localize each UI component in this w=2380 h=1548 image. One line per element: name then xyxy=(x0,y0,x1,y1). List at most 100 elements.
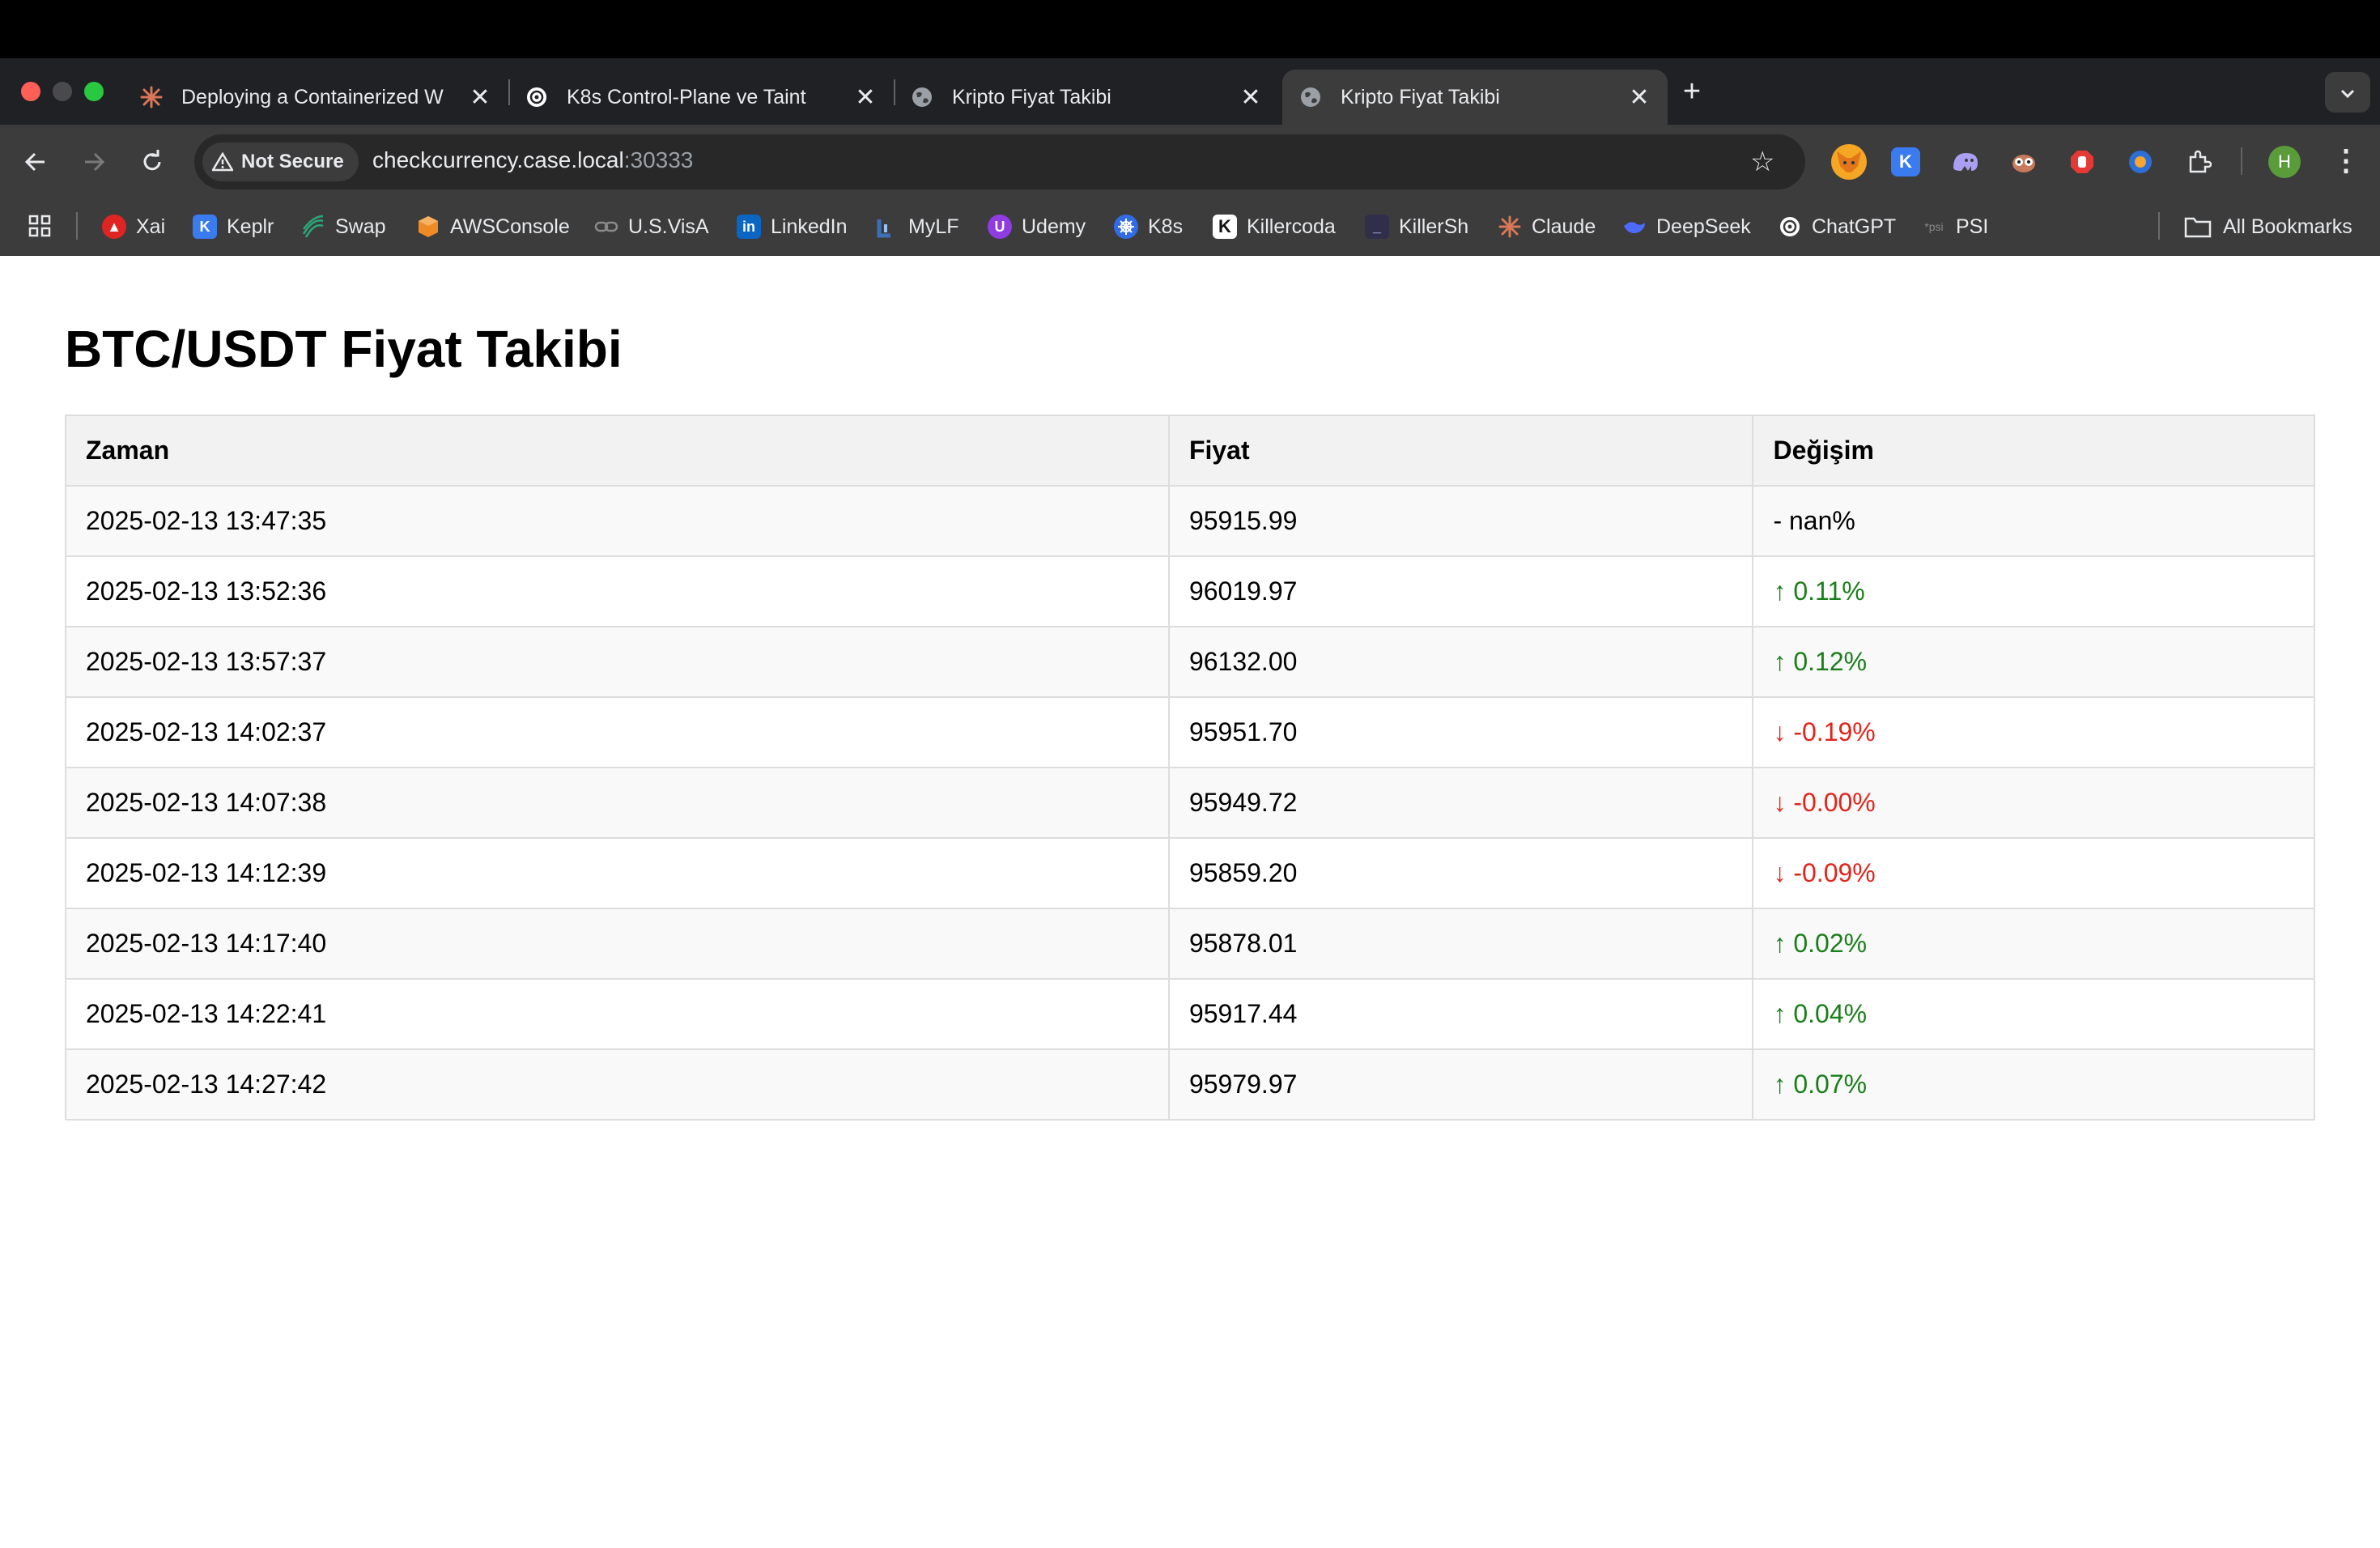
bookmark-killersh[interactable]: _ KillerSh xyxy=(1365,209,1468,245)
toolbar-divider xyxy=(2241,147,2242,175)
column-header-change: Değişim xyxy=(1752,415,2315,487)
bookmark-label: KillerSh xyxy=(1399,215,1469,238)
back-button[interactable] xyxy=(16,142,55,181)
tab-kripto-fiyat-takibi-active[interactable]: Kripto Fiyat Takibi ✕ xyxy=(1282,70,1668,125)
table-row: 2025-02-13 13:52:36 96019.97 ↑ 0.11% xyxy=(65,555,2315,627)
bookmark-star-icon[interactable]: ☆ xyxy=(1750,146,1774,178)
psi-icon: *psi xyxy=(1924,220,1944,233)
claude-icon xyxy=(139,85,164,109)
bookmark-k8s[interactable]: K8s xyxy=(1114,209,1183,245)
cell-change: ↓ -0.19% xyxy=(1752,696,2315,768)
bookmark-label: LinkedIn xyxy=(771,215,848,238)
keplr-extension-icon[interactable]: K xyxy=(1891,147,1920,176)
globe-icon xyxy=(910,85,934,109)
extensions-puzzle-icon[interactable] xyxy=(2181,144,2216,180)
mylf-icon xyxy=(874,215,899,239)
chevron-down-icon xyxy=(2340,89,2355,98)
cell-change: ↑ 0.12% xyxy=(1752,626,2315,698)
table-row: 2025-02-13 14:02:37 95951.70 ↓ -0.19% xyxy=(65,696,2315,768)
privacy-extension-icon[interactable] xyxy=(2006,144,2042,180)
column-header-time: Zaman xyxy=(65,415,1170,487)
apps-grid-icon[interactable] xyxy=(28,214,52,238)
bookmark-usvisa[interactable]: U.S.VisA xyxy=(594,209,709,245)
bookmark-chatgpt[interactable]: ChatGPT xyxy=(1778,209,1896,245)
browser-menu-icon[interactable]: ⋮ xyxy=(2331,142,2361,181)
cell-time: 2025-02-13 13:57:37 xyxy=(65,626,1170,698)
all-bookmarks-button[interactable]: All Bookmarks xyxy=(2184,209,2352,245)
cell-time: 2025-02-13 14:22:41 xyxy=(65,978,1170,1050)
new-tab-button[interactable]: + xyxy=(1676,74,1708,110)
cell-time: 2025-02-13 14:02:37 xyxy=(65,696,1170,768)
claude-icon xyxy=(1498,215,1522,239)
table-row: 2025-02-13 14:22:41 95917.44 ↑ 0.04% xyxy=(65,978,2315,1050)
cell-price: 95979.97 xyxy=(1167,1048,1754,1121)
url-host: checkcurrency.case.local xyxy=(372,147,624,172)
table-row: 2025-02-13 14:12:39 95859.20 ↓ -0.09% xyxy=(65,837,2315,909)
table-row: 2025-02-13 14:27:42 95979.97 ↑ 0.07% xyxy=(65,1048,2315,1121)
bookmark-swap[interactable]: Swap xyxy=(301,209,386,245)
minimize-window-button[interactable] xyxy=(53,82,72,101)
url-port: :30333 xyxy=(623,147,694,172)
bookmark-claude[interactable]: Claude xyxy=(1498,209,1596,245)
bookmarks-divider xyxy=(2158,212,2160,240)
cell-time: 2025-02-13 14:07:38 xyxy=(65,767,1170,839)
bookmark-udemy[interactable]: U Udemy xyxy=(988,209,1086,245)
bookmark-label: Xai xyxy=(136,215,166,238)
bookmark-label: Keplr xyxy=(227,215,274,238)
table-row: 2025-02-13 14:17:40 95878.01 ↑ 0.02% xyxy=(65,908,2315,980)
tab-search-button[interactable] xyxy=(2325,72,2370,113)
metamask-extension-icon[interactable] xyxy=(1831,144,1867,180)
adblock-extension-icon[interactable] xyxy=(2064,144,2100,180)
phantom-extension-icon[interactable] xyxy=(1948,144,1983,180)
tab-k8s-control-plane[interactable]: K8s Control-Plane ve Taint ✕ xyxy=(508,70,894,125)
bookmark-awsconsole[interactable]: AWSConsole xyxy=(416,209,570,245)
cell-price: 95949.72 xyxy=(1167,767,1754,839)
reload-icon xyxy=(143,150,161,171)
udemy-icon: U xyxy=(988,215,1012,239)
tab-title: Deploying a Containerized W xyxy=(181,85,444,108)
bookmark-psi[interactable]: *psi PSI xyxy=(1922,209,1988,245)
tab-kripto-fiyat-takibi[interactable]: Kripto Fiyat Takibi ✕ xyxy=(894,70,1279,125)
tab-close-icon[interactable]: ✕ xyxy=(853,83,878,112)
forward-button[interactable] xyxy=(74,142,113,181)
close-window-button[interactable] xyxy=(21,82,40,101)
table-row: 2025-02-13 13:47:35 95915.99- nan% xyxy=(65,485,2315,557)
tab-title: Kripto Fiyat Takibi xyxy=(1341,85,1500,108)
bookmark-deepseek[interactable]: DeepSeek xyxy=(1622,209,1751,245)
tab-close-icon[interactable]: ✕ xyxy=(468,83,492,112)
tab-close-icon[interactable]: ✕ xyxy=(1627,83,1651,112)
bookmarks-divider xyxy=(76,212,78,240)
zoom-window-button[interactable] xyxy=(84,82,104,101)
back-arrow-icon xyxy=(24,152,45,172)
price-table: Zaman Fiyat Değişim 2025-02-13 13:47:35 9… xyxy=(65,415,2315,1121)
bookmark-mylf[interactable]: MyLF xyxy=(874,209,959,245)
bookmark-label: MyLF xyxy=(908,215,959,238)
chatgpt-icon xyxy=(525,85,549,109)
bookmark-keplr[interactable]: K Keplr xyxy=(193,209,274,245)
profile-avatar[interactable]: H xyxy=(2268,146,2301,178)
bookmark-linkedin[interactable]: in LinkedIn xyxy=(737,209,848,245)
bookmark-killercoda[interactable]: K Killercoda xyxy=(1213,209,1336,245)
all-bookmarks-label: All Bookmarks xyxy=(2223,215,2352,238)
chatgpt-icon xyxy=(1778,215,1802,239)
linkedin-icon: in xyxy=(737,215,761,239)
cell-change: ↑ 0.02% xyxy=(1752,908,2315,980)
cell-price: 96019.97 xyxy=(1167,555,1754,627)
deepseek-icon xyxy=(1622,215,1647,239)
reload-button[interactable] xyxy=(133,142,172,181)
url-text[interactable]: checkcurrency.case.local:30333 xyxy=(372,147,693,173)
not-secure-chip[interactable]: Not Secure xyxy=(202,142,359,181)
bookmark-xai[interactable]: ▲ Xai xyxy=(102,209,165,245)
link-icon xyxy=(594,215,618,239)
cell-price: 95878.01 xyxy=(1167,908,1754,980)
globe-icon xyxy=(1298,85,1323,109)
cell-change: ↓ -0.09% xyxy=(1752,837,2315,909)
cell-change: - nan% xyxy=(1752,485,2315,557)
tab-close-icon[interactable]: ✕ xyxy=(1239,83,1263,112)
cell-price: 95951.70 xyxy=(1167,696,1754,768)
tab-deploying-containerized[interactable]: Deploying a Containerized W ✕ xyxy=(123,70,508,125)
cell-change: ↑ 0.11% xyxy=(1752,555,2315,627)
vpn-extension-icon[interactable] xyxy=(2123,144,2158,180)
table-row: 2025-02-13 13:57:37 96132.00 ↑ 0.12% xyxy=(65,626,2315,698)
macos-menubar xyxy=(0,0,2380,58)
